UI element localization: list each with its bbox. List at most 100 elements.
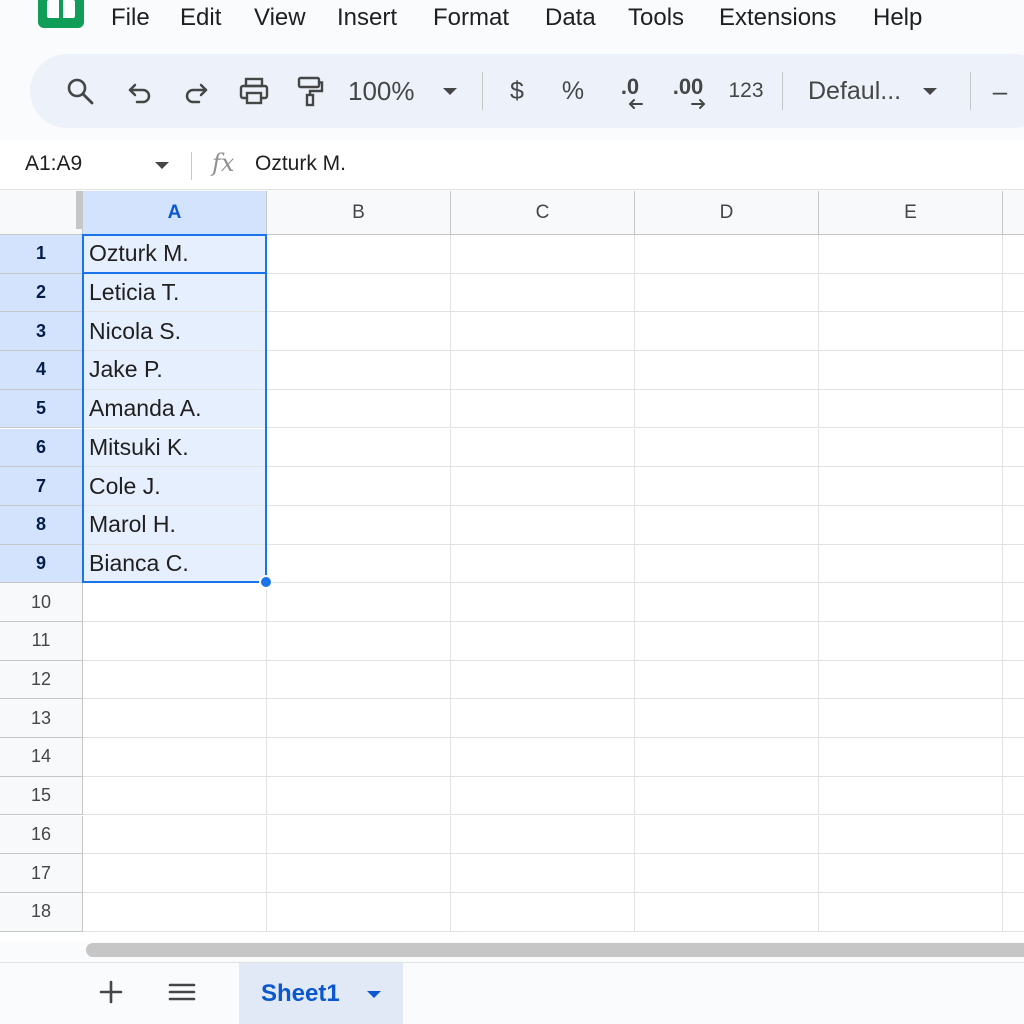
cell[interactable]	[1003, 622, 1024, 661]
cell[interactable]	[635, 583, 819, 622]
row-header-15[interactable]: 15	[0, 776, 83, 816]
cell[interactable]	[635, 776, 819, 816]
print-button[interactable]	[234, 54, 274, 128]
cell[interactable]	[819, 389, 1003, 429]
row-header-9[interactable]: 9	[0, 544, 83, 584]
column-header-d[interactable]: D	[635, 191, 819, 235]
select-all-corner[interactable]	[0, 191, 83, 235]
column-header-e[interactable]: E	[819, 191, 1003, 235]
cell[interactable]	[635, 854, 819, 893]
cell[interactable]	[1003, 816, 1024, 855]
all-sheets-button[interactable]	[166, 977, 198, 1007]
cell[interactable]	[819, 738, 1003, 777]
cell[interactable]	[267, 273, 451, 313]
cell[interactable]	[1003, 545, 1024, 584]
cell-a5[interactable]: Amanda A.	[83, 389, 267, 429]
cell[interactable]	[267, 505, 451, 545]
cell[interactable]	[635, 351, 819, 390]
cell[interactable]	[451, 273, 635, 313]
cell[interactable]	[819, 235, 1003, 274]
cell[interactable]	[635, 815, 819, 855]
row-header-5[interactable]: 5	[0, 389, 83, 429]
cell[interactable]	[83, 854, 267, 893]
cell[interactable]	[267, 235, 451, 274]
cell[interactable]	[1003, 235, 1024, 274]
scrollbar-thumb[interactable]	[86, 943, 1024, 957]
formula-input[interactable]: Ozturk M.	[255, 152, 346, 176]
cell[interactable]	[1003, 429, 1024, 468]
cell[interactable]	[1003, 312, 1024, 352]
cell[interactable]	[451, 583, 635, 622]
cell[interactable]	[819, 699, 1003, 739]
cell[interactable]	[451, 738, 635, 777]
cell[interactable]	[267, 660, 451, 700]
row-header-4[interactable]: 4	[0, 351, 83, 390]
cell[interactable]	[635, 622, 819, 661]
menu-file[interactable]: File	[111, 4, 150, 32]
chevron-down-icon[interactable]	[367, 991, 381, 998]
cell[interactable]	[451, 660, 635, 700]
cell[interactable]	[267, 699, 451, 739]
cell-a2[interactable]: Leticia T.	[83, 273, 267, 313]
cell[interactable]	[635, 235, 819, 274]
row-header-13[interactable]: 13	[0, 699, 83, 739]
sheet-tab-sheet1[interactable]: Sheet1	[239, 963, 403, 1024]
cell[interactable]	[267, 544, 451, 584]
cell[interactable]	[267, 892, 451, 932]
cell[interactable]	[451, 699, 635, 739]
row-header-11[interactable]: 11	[0, 622, 83, 661]
menu-extensions[interactable]: Extensions	[719, 4, 836, 32]
cell[interactable]	[635, 699, 819, 739]
cell[interactable]	[451, 815, 635, 855]
font-family-select[interactable]: Defaul...	[808, 54, 952, 128]
cell[interactable]	[451, 312, 635, 352]
cell[interactable]	[1003, 854, 1024, 893]
cell[interactable]	[819, 622, 1003, 661]
cell[interactable]	[83, 583, 267, 622]
cell[interactable]	[819, 892, 1003, 932]
horizontal-scrollbar[interactable]	[84, 941, 1024, 961]
cell-a4[interactable]: Jake P.	[83, 351, 267, 390]
column-header-a[interactable]: A	[83, 191, 267, 235]
cell[interactable]	[819, 544, 1003, 584]
row-header-16[interactable]: 16	[0, 815, 83, 855]
column-header-c[interactable]: C	[451, 191, 635, 235]
cell[interactable]	[635, 428, 819, 468]
row-header-14[interactable]: 14	[0, 738, 83, 777]
cell[interactable]	[1003, 661, 1024, 700]
cell[interactable]	[451, 544, 635, 584]
cell[interactable]	[451, 854, 635, 893]
cell[interactable]	[83, 815, 267, 855]
cell[interactable]	[819, 351, 1003, 390]
menu-view[interactable]: View	[254, 4, 306, 32]
cell[interactable]	[451, 428, 635, 468]
cell[interactable]	[267, 583, 451, 622]
cell-a8[interactable]: Marol H.	[83, 505, 267, 545]
cell[interactable]	[635, 467, 819, 506]
menu-edit[interactable]: Edit	[180, 4, 221, 32]
cell[interactable]	[267, 389, 451, 429]
decrease-font-size-button[interactable]: –	[986, 54, 1014, 128]
row-header-3[interactable]: 3	[0, 312, 83, 352]
cell[interactable]	[451, 235, 635, 274]
column-header-b[interactable]: B	[267, 191, 451, 235]
cell-a9[interactable]: Bianca C.	[83, 544, 267, 584]
cell[interactable]	[83, 776, 267, 816]
chevron-down-icon[interactable]	[155, 162, 169, 169]
menu-help[interactable]: Help	[873, 4, 922, 32]
name-box[interactable]: A1:A9	[25, 152, 82, 176]
decrease-decimal-button[interactable]: .0	[608, 54, 652, 128]
spreadsheet-grid[interactable]: A B C D E 1 Ozturk M. 2 Leticia T. 3 Nicola S. 4 Jak…	[0, 191, 1024, 941]
row-header-6[interactable]: 6	[0, 428, 83, 468]
cell[interactable]	[819, 776, 1003, 816]
row-header-7[interactable]: 7	[0, 467, 83, 506]
cell[interactable]	[1003, 506, 1024, 545]
cell[interactable]	[635, 544, 819, 584]
cell[interactable]	[635, 273, 819, 313]
cell-a1[interactable]: Ozturk M.	[83, 235, 267, 274]
cell[interactable]	[819, 273, 1003, 313]
cell[interactable]	[635, 312, 819, 352]
cell[interactable]	[1003, 699, 1024, 739]
redo-button[interactable]	[178, 54, 214, 128]
cell[interactable]	[83, 699, 267, 739]
